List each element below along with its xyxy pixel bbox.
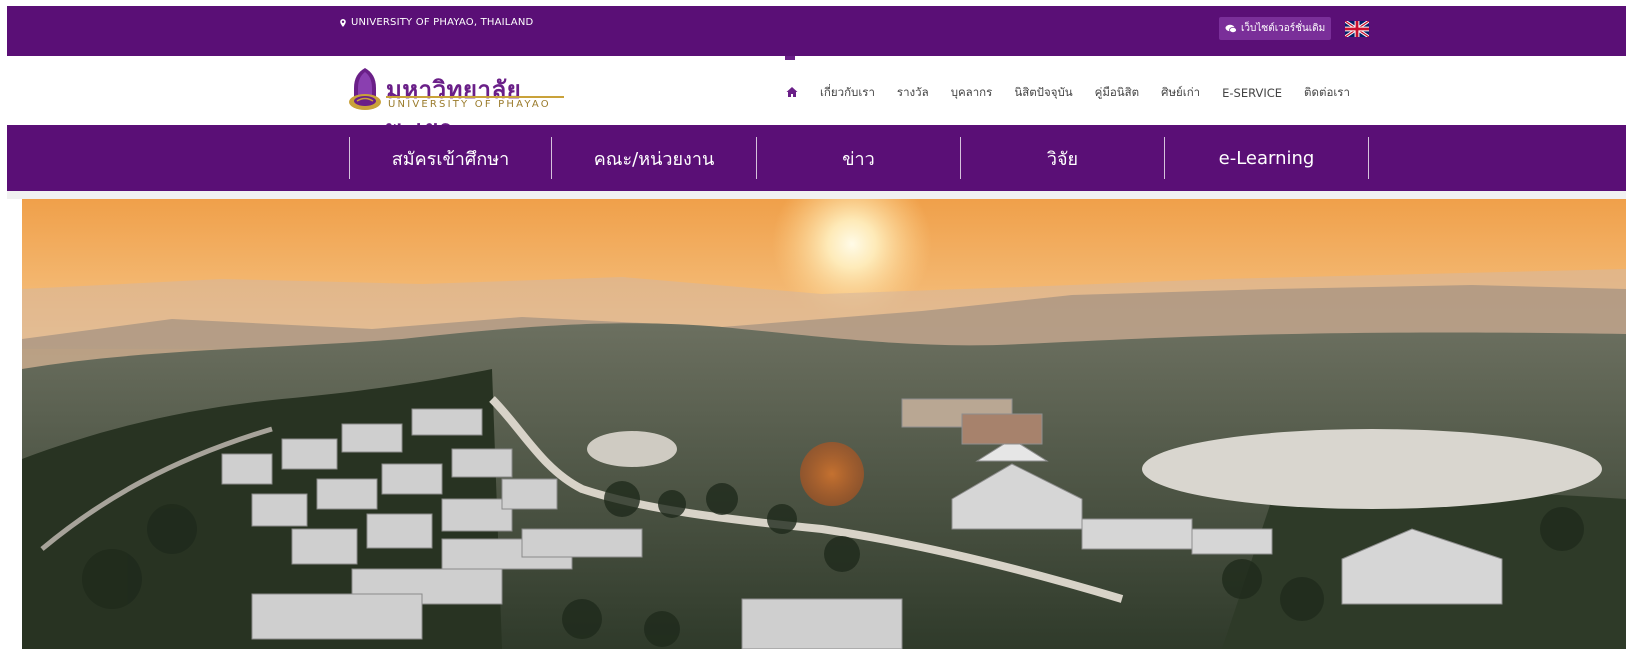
- nav-item-e-service[interactable]: E-SERVICE: [1222, 86, 1282, 100]
- campus-aerial-image: [22, 199, 1626, 649]
- old-website-label: เว็บไซต์เวอร์ชั่นเดิม: [1241, 23, 1326, 34]
- logo-english-text: UNIVERSITY OF PHAYAO: [388, 99, 551, 110]
- main-nav-divider: [1368, 137, 1369, 179]
- main-nav-elearning[interactable]: e-Learning: [1165, 137, 1368, 179]
- main-nav-admission[interactable]: สมัครเข้าศึกษา: [350, 137, 551, 179]
- hero-campus-photo: [22, 199, 1626, 649]
- university-logo[interactable]: มหาวิทยาลัยพะเยา UNIVERSITY OF PHAYAO: [348, 66, 568, 143]
- location-text: UNIVERSITY OF PHAYAO, THAILAND: [351, 17, 534, 28]
- university-emblem-icon: [349, 68, 381, 110]
- map-pin-icon: [340, 18, 346, 27]
- logo-divider: [386, 96, 564, 98]
- hero-top-band: [7, 191, 1626, 199]
- nav-item-alumni[interactable]: ศิษย์เก่า: [1161, 84, 1200, 102]
- nav-active-marker: [785, 56, 795, 60]
- chat-icon: [1225, 24, 1237, 33]
- nav-item-about[interactable]: เกี่ยวกับเรา: [820, 84, 875, 102]
- nav-home[interactable]: [786, 86, 798, 101]
- main-nav-faculties[interactable]: คณะ/หน่วยงาน: [552, 137, 756, 179]
- nav-item-staff[interactable]: บุคลากร: [951, 84, 993, 102]
- nav-item-awards[interactable]: รางวัล: [897, 84, 929, 102]
- nav-item-student-handbook[interactable]: คู่มือนิสิต: [1095, 84, 1140, 102]
- uk-flag-icon[interactable]: [1345, 21, 1369, 37]
- main-nav-research[interactable]: วิจัย: [961, 137, 1164, 179]
- top-navigation: เกี่ยวกับเรา รางวัล บุคลากร นิสิตปัจจุบั…: [786, 84, 1350, 102]
- home-icon: [786, 86, 798, 97]
- nav-item-contact[interactable]: ติดต่อเรา: [1304, 84, 1350, 102]
- old-website-button[interactable]: เว็บไซต์เวอร์ชั่นเดิม: [1219, 17, 1332, 40]
- main-nav-news[interactable]: ข่าว: [757, 137, 960, 179]
- location-label: UNIVERSITY OF PHAYAO, THAILAND: [339, 17, 533, 28]
- nav-item-current-students[interactable]: นิสิตปัจจุบัน: [1014, 84, 1072, 102]
- top-bar: [7, 6, 1626, 56]
